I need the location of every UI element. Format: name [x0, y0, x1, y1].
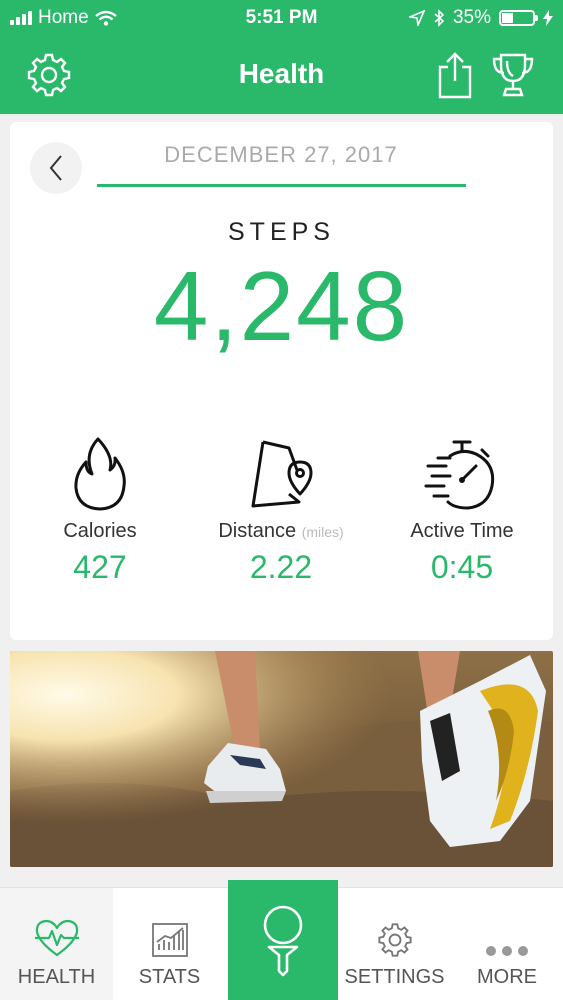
metric-value: 427 — [73, 549, 127, 585]
chevron-left-icon — [49, 155, 62, 181]
battery-icon — [499, 10, 538, 26]
bluetooth-icon — [434, 9, 445, 27]
gear-icon — [377, 923, 412, 957]
charging-bolt-icon — [543, 10, 553, 26]
status-bar: Home 5:51 PM 35% — [0, 0, 563, 36]
metric-distance: Distance (miles) 2.22 — [191, 434, 371, 586]
status-right: 35% — [408, 7, 553, 29]
metric-label: Calories — [63, 520, 137, 542]
running-photo-illustration — [10, 651, 553, 867]
metric-active-time: Active Time 0:45 — [372, 434, 552, 586]
tab-settings[interactable]: SETTINGS — [338, 888, 451, 1000]
tab-stats[interactable]: STATS — [113, 888, 226, 1000]
trophy-button[interactable] — [488, 50, 538, 100]
battery-percent: 35% — [452, 7, 491, 28]
steps-label: STEPS — [228, 218, 335, 246]
stopwatch-icon — [424, 440, 495, 510]
route-pin-icon — [251, 440, 313, 508]
metric-value: 0:45 — [430, 549, 494, 585]
metric-label: Distance — [218, 520, 297, 542]
tab-label: SETTINGS — [344, 966, 445, 988]
running-shoes-photo — [10, 651, 553, 867]
tab-label: HEALTH — [17, 966, 96, 988]
metric-label: Active Time — [410, 520, 514, 542]
location-arrow-icon — [408, 10, 425, 26]
trophy-icon — [492, 53, 534, 97]
tab-golf-center[interactable] — [228, 880, 338, 1000]
tab-label: MORE — [477, 966, 537, 988]
bar-chart-icon — [151, 923, 188, 957]
metric-value: 2.22 — [249, 549, 313, 585]
tab-more[interactable]: MORE — [451, 888, 563, 1000]
previous-day-button[interactable] — [30, 142, 82, 194]
date-label: DECEMBER 27, 2017 — [164, 142, 398, 167]
metric-unit: (miles) — [301, 524, 344, 540]
date-underline — [97, 184, 466, 187]
metric-calories: Calories 427 — [10, 434, 190, 586]
share-button[interactable] — [430, 50, 480, 100]
more-dots-icon — [486, 946, 528, 956]
tab-label: STATS — [138, 966, 201, 988]
app-header: Health — [0, 36, 563, 114]
battery-fill — [502, 13, 514, 23]
heartbeat-icon — [34, 919, 79, 957]
steps-value: 4,248 — [153, 251, 410, 361]
share-icon — [438, 52, 472, 99]
golf-ball-tee-icon — [263, 905, 303, 977]
flame-icon — [74, 437, 126, 511]
tab-health[interactable]: HEALTH — [0, 888, 113, 1000]
daily-summary-card: DECEMBER 27, 2017 STEPS 4,248 Calories 4… — [10, 122, 553, 640]
